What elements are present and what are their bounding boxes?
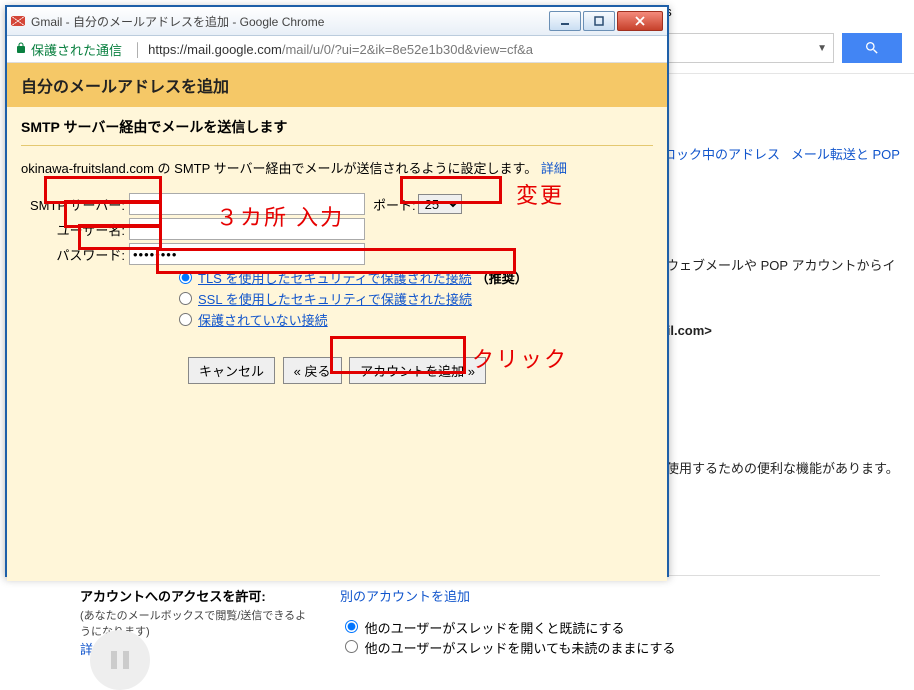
bg-access-add[interactable]: 別のアカウントを追加	[340, 589, 470, 604]
bg-text-convenience: ルを使用するための便利な機能があります。	[640, 458, 914, 477]
bg-access-radio2[interactable]	[345, 640, 358, 653]
window-title: Gmail - 自分のメールアドレスを追加 - Google Chrome	[31, 13, 549, 30]
tls-link[interactable]: TLS を使用したセキュリティで保護された接続	[198, 268, 472, 287]
bg-search-button[interactable]	[842, 33, 902, 63]
bg-nav-forward[interactable]: メール転送と POP	[791, 147, 900, 162]
maximize-icon	[594, 16, 604, 26]
back-button[interactable]: « 戻る	[283, 357, 342, 384]
port-select[interactable]: 25	[418, 194, 462, 214]
bg-search-box[interactable]: ▼	[652, 33, 834, 63]
cancel-button[interactable]: キャンセル	[188, 357, 275, 384]
none-link[interactable]: 保護されていない接続	[198, 310, 328, 329]
user-label: ユーザー名:	[21, 220, 127, 239]
tls-suffix: （推奨）	[476, 268, 528, 287]
dialog-titlebar: Gmail - 自分のメールアドレスを追加 - Google Chrome	[7, 7, 667, 36]
section-title: SMTP サーバー経由でメールを送信します	[21, 117, 653, 146]
bg-search-caret: ▼	[817, 43, 827, 54]
user-input[interactable]	[129, 218, 365, 240]
desc-detail-link[interactable]: 詳細	[541, 161, 567, 176]
bg-nav-blocked[interactable]: ブロック中のアドレス	[650, 147, 780, 162]
secure-label: 保護された通信	[31, 40, 122, 59]
pass-label: パスワード:	[21, 245, 127, 264]
close-icon	[635, 16, 645, 26]
minimize-button[interactable]	[549, 11, 581, 31]
ssl-link[interactable]: SSL を使用したセキュリティで保護された接続	[198, 289, 472, 308]
minimize-icon	[560, 16, 570, 26]
port-label: ポート:	[373, 195, 416, 214]
url-host: https://mail.google.com	[148, 42, 282, 57]
bg-tab-label: ounts	[640, 0, 914, 23]
submit-button[interactable]: アカウントを追加 »	[349, 357, 486, 384]
pass-input[interactable]	[129, 243, 365, 265]
close-button[interactable]	[617, 11, 663, 31]
bg-pause-circle	[90, 630, 150, 690]
section-description: okinawa-fruitsland.com の SMTP サーバー経由でメール…	[21, 158, 653, 177]
smtp-input[interactable]	[129, 193, 365, 215]
tls-radio[interactable]	[179, 271, 192, 284]
gmail-favicon	[11, 16, 25, 26]
bg-access-radio1[interactable]	[345, 620, 358, 633]
bg-access-opt2: 他のユーザーがスレッドを開いても未読のままにする	[365, 641, 676, 656]
none-radio[interactable]	[179, 313, 192, 326]
search-icon	[864, 40, 880, 56]
lock-icon	[15, 42, 27, 57]
bg-text-gmail: gmail.com>	[640, 323, 914, 338]
dialog-header: 自分のメールアドレスを追加	[7, 63, 667, 107]
maximize-button[interactable]	[583, 11, 615, 31]
bg-access-opt1: 他のユーザーがスレッドを開くと既読にする	[365, 621, 625, 636]
address-bar[interactable]: 保護された通信 │ https://mail.google.com/mail/u…	[7, 36, 667, 63]
add-email-dialog: Gmail - 自分のメールアドレスを追加 - Google Chrome 保護…	[5, 5, 669, 577]
ssl-radio[interactable]	[179, 292, 192, 305]
smtp-label: SMTP サーバー:	[21, 195, 127, 214]
bg-access-title: アカウントへのアクセスを許可:	[80, 586, 310, 605]
url-path: /mail/u/0/?ui=2&ik=8e52e1b30d&view=cf&a	[282, 42, 533, 57]
bg-text-webmail: 他のウェブメールや POP アカウントからイ	[640, 255, 914, 274]
